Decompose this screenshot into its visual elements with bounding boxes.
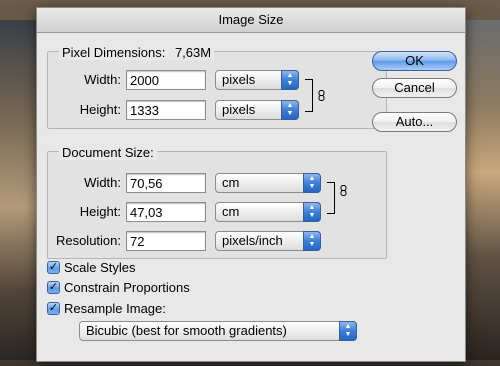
doc-height-label: Height: [79, 204, 121, 219]
resolution-input[interactable]: 72 [126, 231, 206, 251]
pixel-width-unit-value: pixels [222, 72, 256, 87]
constrain-proportions-label[interactable]: Constrain Proportions [64, 280, 190, 296]
pixel-width-label: Width: [84, 72, 121, 87]
updown-arrows-icon: ▲ ▼ [339, 321, 357, 341]
resample-method-value: Bicubic (best for smooth gradients) [86, 323, 287, 338]
doc-width-label: Width: [84, 175, 121, 190]
pixel-height-unit-value: pixels [222, 102, 256, 117]
checkmark-icon: ✓ [48, 261, 59, 273]
cancel-button[interactable]: Cancel [372, 78, 457, 98]
chain-link-icon [340, 185, 347, 196]
resolution-unit-select[interactable]: pixels/inch ▲ ▼ [215, 231, 321, 251]
updown-arrows-icon: ▲ ▼ [303, 231, 321, 251]
doc-height-unit-select[interactable]: cm ▲ ▼ [215, 202, 321, 222]
updown-arrows-icon: ▲ ▼ [303, 202, 321, 222]
doc-height-unit-value: cm [222, 204, 240, 219]
updown-arrows-icon: ▲ ▼ [281, 100, 299, 120]
pixel-height-unit-select[interactable]: pixels ▲ ▼ [215, 100, 299, 120]
pixel-height-label: Height: [79, 102, 121, 117]
doc-width-unit-select[interactable]: cm ▲ ▼ [215, 173, 321, 193]
doc-width-unit-value: cm [222, 175, 240, 190]
background-left-strip [0, 20, 36, 360]
resample-image-label[interactable]: Resample Image: [64, 301, 166, 317]
doc-constrain-bracket [327, 182, 335, 214]
doc-width-input[interactable]: 70,56 [126, 173, 206, 193]
document-size-title: Document Size: [59, 145, 157, 160]
pixel-dimensions-size: 7,63M [174, 45, 212, 60]
resample-method-select[interactable]: Bicubic (best for smooth gradients) ▲ ▼ [79, 321, 357, 341]
chain-link-icon [318, 90, 325, 101]
pixel-dimensions-title: Pixel Dimensions: 7,63M [59, 45, 215, 60]
dialog-title: Image Size [37, 8, 465, 33]
resolution-unit-value: pixels/inch [222, 233, 283, 248]
checkmark-icon: ✓ [48, 281, 59, 293]
pixel-dimensions-label: Pixel Dimensions: [62, 45, 166, 60]
resample-image-checkbox[interactable]: ✓ [47, 302, 60, 315]
pixel-width-unit-select[interactable]: pixels ▲ ▼ [215, 70, 299, 90]
pixel-width-input[interactable]: 2000 [126, 70, 206, 90]
scale-styles-checkbox[interactable]: ✓ [47, 261, 60, 274]
scale-styles-label[interactable]: Scale Styles [64, 260, 136, 276]
checkmark-icon: ✓ [48, 302, 59, 314]
background-right-strip [460, 20, 500, 360]
ok-button[interactable]: OK [372, 51, 457, 71]
pixel-constrain-bracket [305, 79, 313, 112]
resolution-label: Resolution: [55, 233, 121, 248]
pixel-height-input[interactable]: 1333 [126, 100, 206, 120]
updown-arrows-icon: ▲ ▼ [281, 70, 299, 90]
updown-arrows-icon: ▲ ▼ [303, 173, 321, 193]
constrain-proportions-checkbox[interactable]: ✓ [47, 281, 60, 294]
doc-height-input[interactable]: 47,03 [126, 202, 206, 222]
image-size-dialog: Image Size Pixel Dimensions: 7,63M Width… [36, 7, 466, 362]
auto-button[interactable]: Auto... [372, 112, 457, 132]
